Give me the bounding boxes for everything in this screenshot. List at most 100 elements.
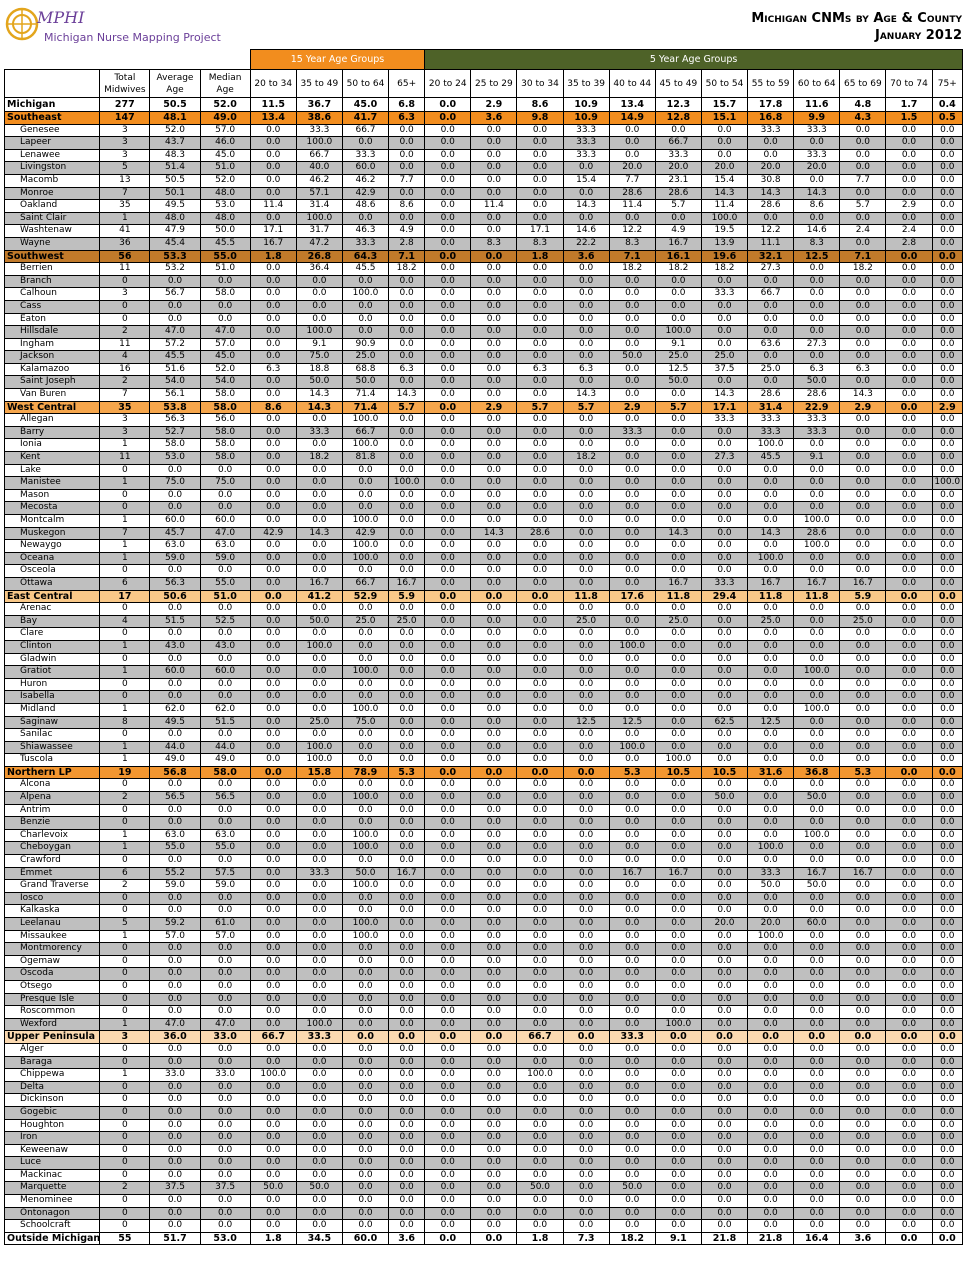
row-value: 0.0: [199, 1131, 251, 1145]
row-value: 11.5: [249, 97, 297, 112]
row-value: 0.0: [700, 1181, 749, 1196]
row-value: 0.0: [700, 1143, 749, 1158]
row-value: 0.0: [608, 451, 656, 465]
row-name: Upper Peninsula: [3, 1030, 101, 1044]
row-value: 0.0: [700, 375, 749, 390]
row-value: 0.0: [839, 1055, 887, 1070]
row-value: 0.0: [931, 1093, 964, 1107]
row-value: 60.0: [793, 917, 841, 931]
row-value: 9.8: [516, 111, 564, 125]
county-row: Gogebic 0 0.0 0.0 0.0 0.0 0.0 0.0 0.0 0.0 0.0 0.0 0.…: [3, 1105, 964, 1120]
county-row: Oceana 1 59.0 59.0 0.0 0.0 100.0 0.0 0.0 0.0 0.0 0.…: [3, 551, 964, 566]
row-value: 0.0: [424, 425, 472, 440]
row-name: East Central: [3, 589, 101, 604]
row-value: 53.0: [199, 199, 251, 213]
row-value: 0.0: [700, 1080, 749, 1095]
row-value: 0.0: [654, 488, 702, 503]
row-value: 0.0: [249, 803, 297, 818]
county-row: Sanilac 0 0.0 0.0 0.0 0.0 0.0 0.0 0.0 0.0 0.0 0.0 0.…: [3, 728, 964, 742]
row-value: 0.0: [562, 299, 610, 314]
row-value: 0: [99, 602, 151, 616]
row-value: 0.0: [654, 702, 702, 717]
row-value: 0.0: [747, 639, 795, 654]
row-value: 0.0: [608, 677, 656, 692]
row-value: 0.0: [885, 1093, 933, 1107]
row-name: Missaukee: [3, 929, 101, 944]
county-row: Clare 0 0.0 0.0 0.0 0.0 0.0 0.0 0.0 0.0 0.0 0.0 0.0 0…: [3, 627, 964, 641]
row-value: 0.0: [388, 1156, 426, 1170]
row-value: 0.0: [249, 425, 297, 440]
row-value: 33.3: [700, 413, 749, 427]
row-value: 4: [99, 350, 151, 364]
row-value: 0.0: [424, 1118, 472, 1133]
row-value: 11.6: [793, 97, 841, 112]
row-value: 55.2: [149, 866, 201, 881]
row-value: 0.0: [931, 1219, 964, 1233]
row-value: 0.0: [608, 1068, 656, 1082]
county-row: Ionia 1 58.0 58.0 0.0 0.0 100.0 0.0 0.0 0.0 0.0 0.0…: [3, 438, 964, 453]
row-value: 3.6: [562, 249, 610, 264]
row-value: 33.3: [793, 148, 841, 163]
row-value: 55.0: [199, 576, 251, 591]
row-value: 57.0: [199, 337, 251, 352]
row-value: 54.0: [149, 375, 201, 390]
row-value: 0.0: [747, 1156, 795, 1170]
row-value: 0.0: [516, 186, 564, 201]
row-value: 25.0: [341, 350, 390, 364]
row-value: 33.3: [341, 148, 390, 163]
row-value: 1: [99, 551, 151, 566]
row-value: 0.0: [470, 1005, 518, 1019]
row-value: 0.0: [562, 501, 610, 515]
row-value: 32.1: [747, 249, 795, 264]
row-value: 0: [99, 627, 151, 641]
row-value: 0.0: [839, 299, 887, 314]
row-value: 0.0: [793, 262, 841, 276]
row-value: 0.0: [424, 854, 472, 868]
row-value: 0.0: [608, 992, 656, 1007]
row-value: 0.0: [885, 1055, 933, 1070]
row-value: 0.0: [608, 602, 656, 616]
row-value: 4.9: [388, 224, 426, 238]
row-value: 0.0: [931, 1131, 964, 1145]
row-value: 0.0: [747, 891, 795, 906]
row-value: 0.0: [700, 979, 749, 994]
row-value: 28.6: [793, 526, 841, 541]
row-value: 0.0: [249, 501, 297, 515]
row-value: 0.0: [931, 841, 964, 856]
row-value: 0.0: [747, 1068, 795, 1082]
row-value: 0.0: [516, 1080, 564, 1095]
row-value: 33.3: [793, 413, 841, 427]
row-value: 0.0: [885, 186, 933, 201]
row-value: 0.0: [199, 1080, 251, 1095]
row-value: 33.0: [199, 1068, 251, 1082]
row-value: 0: [99, 690, 151, 704]
row-value: 52.7: [149, 425, 201, 440]
county-row: Branch 0 0.0 0.0 0.0 0.0 0.0 0.0 0.0 0.0 0.0 0.0 0.0…: [3, 274, 964, 289]
row-value: 0.0: [608, 753, 656, 767]
row-value: 0.0: [931, 992, 964, 1007]
county-row: Wayne 36 45.4 45.5 16.7 47.2 33.3 2.8 0.0 8.3 8.3 2…: [3, 236, 964, 251]
row-value: 0.0: [516, 1093, 564, 1107]
row-value: 0.0: [654, 1143, 702, 1158]
row-name: Roscommon: [3, 1005, 101, 1019]
row-value: 0.0: [249, 287, 297, 301]
row-value: 0.0: [747, 274, 795, 289]
row-value: 0.0: [388, 1219, 426, 1233]
row-value: 0.0: [424, 236, 472, 251]
row-value: 0.0: [149, 652, 201, 667]
row-value: 18.2: [608, 1231, 656, 1246]
row-value: 0.0: [149, 816, 201, 830]
county-row: Monroe 7 50.1 48.0 0.0 57.1 42.9 0.0 0.0 0.0 0.0 0.…: [3, 186, 964, 201]
row-value: 0.0: [516, 614, 564, 629]
row-value: 17: [99, 589, 151, 604]
row-value: 13.4: [608, 97, 656, 112]
row-value: 0.0: [562, 765, 610, 780]
row-value: 1: [99, 1068, 151, 1082]
row-value: 100.0: [700, 211, 749, 226]
county-row: Presque Isle 0 0.0 0.0 0.0 0.0 0.0 0.0 0.0 0.0 0.0…: [3, 992, 964, 1007]
header-median: Median Age: [199, 69, 251, 98]
row-value: 0.0: [931, 186, 964, 201]
row-value: 0: [99, 312, 151, 327]
row-value: 0.0: [608, 488, 656, 503]
table-body: Michigan 277 50.5 52.0 11.5 36.7 45.0 6.8 0.0 2.9…: [3, 97, 964, 1246]
